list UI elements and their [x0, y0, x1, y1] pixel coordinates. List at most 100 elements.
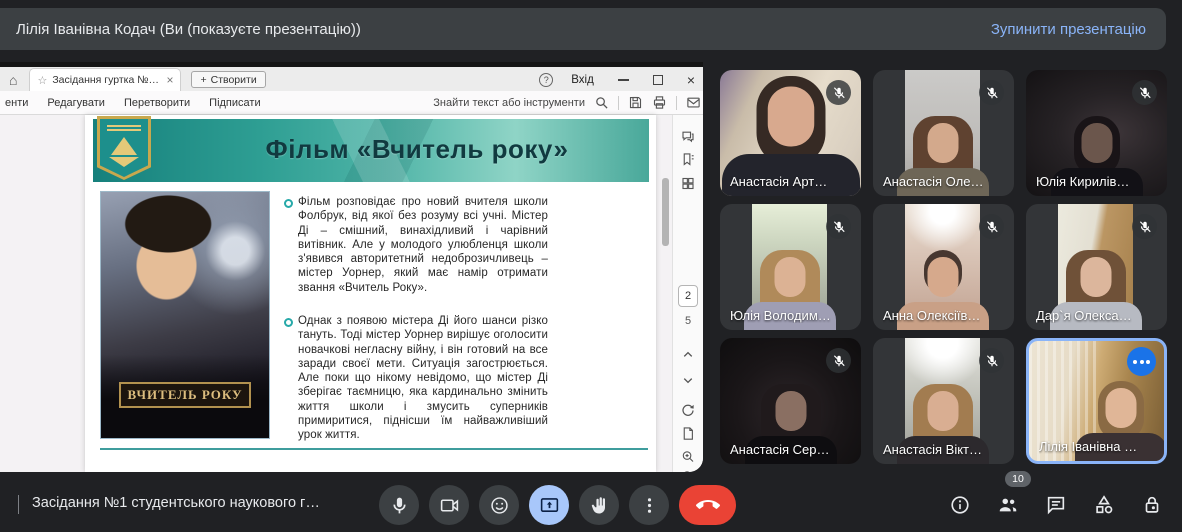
mic-muted-badge — [826, 80, 851, 105]
host-controls-icon[interactable] — [1141, 494, 1163, 516]
mic-muted-badge — [979, 214, 1004, 239]
shared-screen-window: ⌂ ☆ Засідання гуртка №… × + Створити ? В… — [0, 62, 703, 472]
end-call-button[interactable] — [679, 485, 736, 525]
participant-tile[interactable]: Анна Олексіїв… — [873, 204, 1014, 330]
menu-item-convert[interactable]: Перетворити — [124, 97, 190, 109]
maximize-icon[interactable] — [653, 75, 663, 85]
slide-footer-rule — [100, 448, 648, 450]
plus-icon: + — [200, 74, 206, 86]
page-view-icon[interactable] — [681, 426, 696, 441]
tab-title: Засідання гуртка №… — [52, 74, 161, 86]
pdf-right-sidebar: 2 5 — [672, 115, 703, 472]
zoom-in-icon[interactable] — [681, 449, 696, 464]
meet-control-bar: Засідання №1 студентського наукового г… — [0, 478, 1182, 532]
participant-name: Юлія Кирилів… — [1036, 174, 1129, 189]
mic-muted-badge — [979, 348, 1004, 373]
pdf-tab-bar: ⌂ ☆ Засідання гуртка №… × + Створити ? В… — [0, 67, 703, 91]
mic-muted-badge — [1132, 214, 1157, 239]
comments-icon[interactable] — [681, 129, 696, 144]
minimize-icon[interactable] — [618, 79, 629, 81]
tile-more-options-button[interactable] — [1127, 347, 1156, 376]
zoom-out-icon[interactable] — [681, 469, 696, 472]
participant-tile[interactable]: Юлія Володим… — [720, 204, 861, 330]
participant-name: Анастасія Арт… — [730, 174, 827, 189]
participant-tile[interactable]: Анастасія Сер… — [720, 338, 861, 464]
meeting-panels — [949, 494, 1163, 516]
bullet-marker — [284, 199, 293, 208]
presenting-banner: Лілія Іванівна Кодач (Ви (показуєте през… — [0, 8, 1166, 50]
new-tab-label: Створити — [211, 74, 257, 86]
participant-name: Юлія Володим… — [730, 308, 831, 323]
participant-tile[interactable]: Анастасія Арт… — [720, 70, 861, 196]
home-icon[interactable]: ⌂ — [9, 72, 17, 88]
menu-item-sign[interactable]: Підписати — [209, 97, 260, 109]
close-icon[interactable]: × — [687, 75, 695, 85]
next-page-icon[interactable] — [681, 373, 696, 388]
toolbar-divider — [618, 96, 619, 110]
pdf-document-area: Фільм «Вчитель року» ВЧИТЕЛЬ РОКУ Фільм … — [0, 115, 672, 472]
toolbar-divider — [676, 96, 677, 110]
participant-tile[interactable]: Анастасія Оле… — [873, 70, 1014, 196]
chat-icon[interactable] — [1045, 494, 1067, 516]
activities-icon[interactable] — [1093, 494, 1115, 516]
search-icon[interactable] — [594, 95, 609, 110]
slide-title: Фільм «Вчитель року» — [193, 134, 641, 165]
university-logo — [97, 116, 151, 180]
mic-muted-badge — [1132, 80, 1157, 105]
previous-page-icon[interactable] — [681, 347, 696, 362]
participant-tile[interactable]: Дар`я Олекса… — [1026, 204, 1167, 330]
menu-item-edit[interactable]: Редагувати — [47, 97, 105, 109]
bookmarks-icon[interactable] — [681, 152, 696, 167]
info-icon[interactable] — [949, 494, 971, 516]
slide-bullet-1: Фільм розповідає про новий вчителя школи… — [298, 195, 548, 295]
window-controls: ? Вхід × — [539, 73, 695, 87]
call-controls — [379, 485, 736, 525]
participant-tile[interactable]: Анастасія Вікт… — [873, 338, 1014, 464]
help-icon[interactable]: ? — [539, 73, 553, 87]
poster-caption: ВЧИТЕЛЬ РОКУ — [119, 382, 250, 408]
participant-count-badge: 10 — [1005, 471, 1031, 487]
mic-muted-badge — [826, 214, 851, 239]
more-options-button[interactable] — [629, 485, 669, 525]
reactions-button[interactable] — [479, 485, 519, 525]
toolbar-right: Знайти текст або інструменти — [433, 91, 701, 114]
print-icon[interactable] — [652, 95, 667, 110]
thumbnails-icon[interactable] — [681, 176, 696, 191]
bullet-marker — [284, 318, 293, 327]
menu-item-0[interactable]: енти — [5, 97, 28, 109]
total-pages-label: 5 — [685, 315, 691, 327]
participant-name: Анастасія Оле… — [883, 174, 983, 189]
participant-name: Анастасія Сер… — [730, 442, 830, 457]
participant-name: Дар`я Олекса… — [1036, 308, 1132, 323]
meeting-name: Засідання №1 студентського наукового г… — [32, 495, 320, 511]
new-tab-button[interactable]: + Створити — [191, 71, 265, 88]
camera-button[interactable] — [429, 485, 469, 525]
presenter-label: Лілія Іванівна Кодач (Ви (показуєте през… — [16, 21, 361, 38]
participant-tile[interactable]: Юлія Кирилів… — [1026, 70, 1167, 196]
participant-name: Анна Олексіїв… — [883, 308, 980, 323]
login-button[interactable]: Вхід — [571, 74, 594, 86]
mic-button[interactable] — [379, 485, 419, 525]
stop-presenting-button[interactable]: Зупинити презентацію — [991, 21, 1146, 38]
university-logo-shield — [100, 119, 148, 177]
people-icon[interactable] — [997, 494, 1019, 516]
document-tab[interactable]: ☆ Засідання гуртка №… × — [29, 68, 181, 91]
slide-title-banner: Фільм «Вчитель року» — [93, 119, 649, 182]
favorite-star-icon[interactable]: ☆ — [37, 74, 47, 87]
raise-hand-button[interactable] — [579, 485, 619, 525]
mail-icon[interactable] — [686, 95, 701, 110]
mic-muted-badge — [826, 348, 851, 373]
slide-bullet-2: Однак з появою містера Ді його шанси різ… — [298, 314, 548, 442]
save-icon[interactable] — [628, 95, 643, 110]
participant-name: Анастасія Вікт… — [883, 442, 982, 457]
participant-tile-self-active[interactable]: Лілія Іванівна … — [1026, 338, 1167, 464]
current-page-input[interactable]: 2 — [678, 285, 698, 307]
movie-poster: ВЧИТЕЛЬ РОКУ — [100, 191, 270, 439]
participant-grid: Анастасія Арт… Анастасія Оле… Юлія Кирил… — [720, 70, 1167, 464]
tab-close-icon[interactable]: × — [166, 73, 173, 87]
rotate-icon[interactable] — [681, 403, 696, 418]
vertical-scrollbar[interactable] — [662, 178, 669, 246]
present-screen-button[interactable] — [529, 485, 569, 525]
pdf-menu-bar: енти Редагувати Перетворити Підписати Зн… — [0, 91, 703, 115]
search-label[interactable]: Знайти текст або інструменти — [433, 97, 585, 109]
